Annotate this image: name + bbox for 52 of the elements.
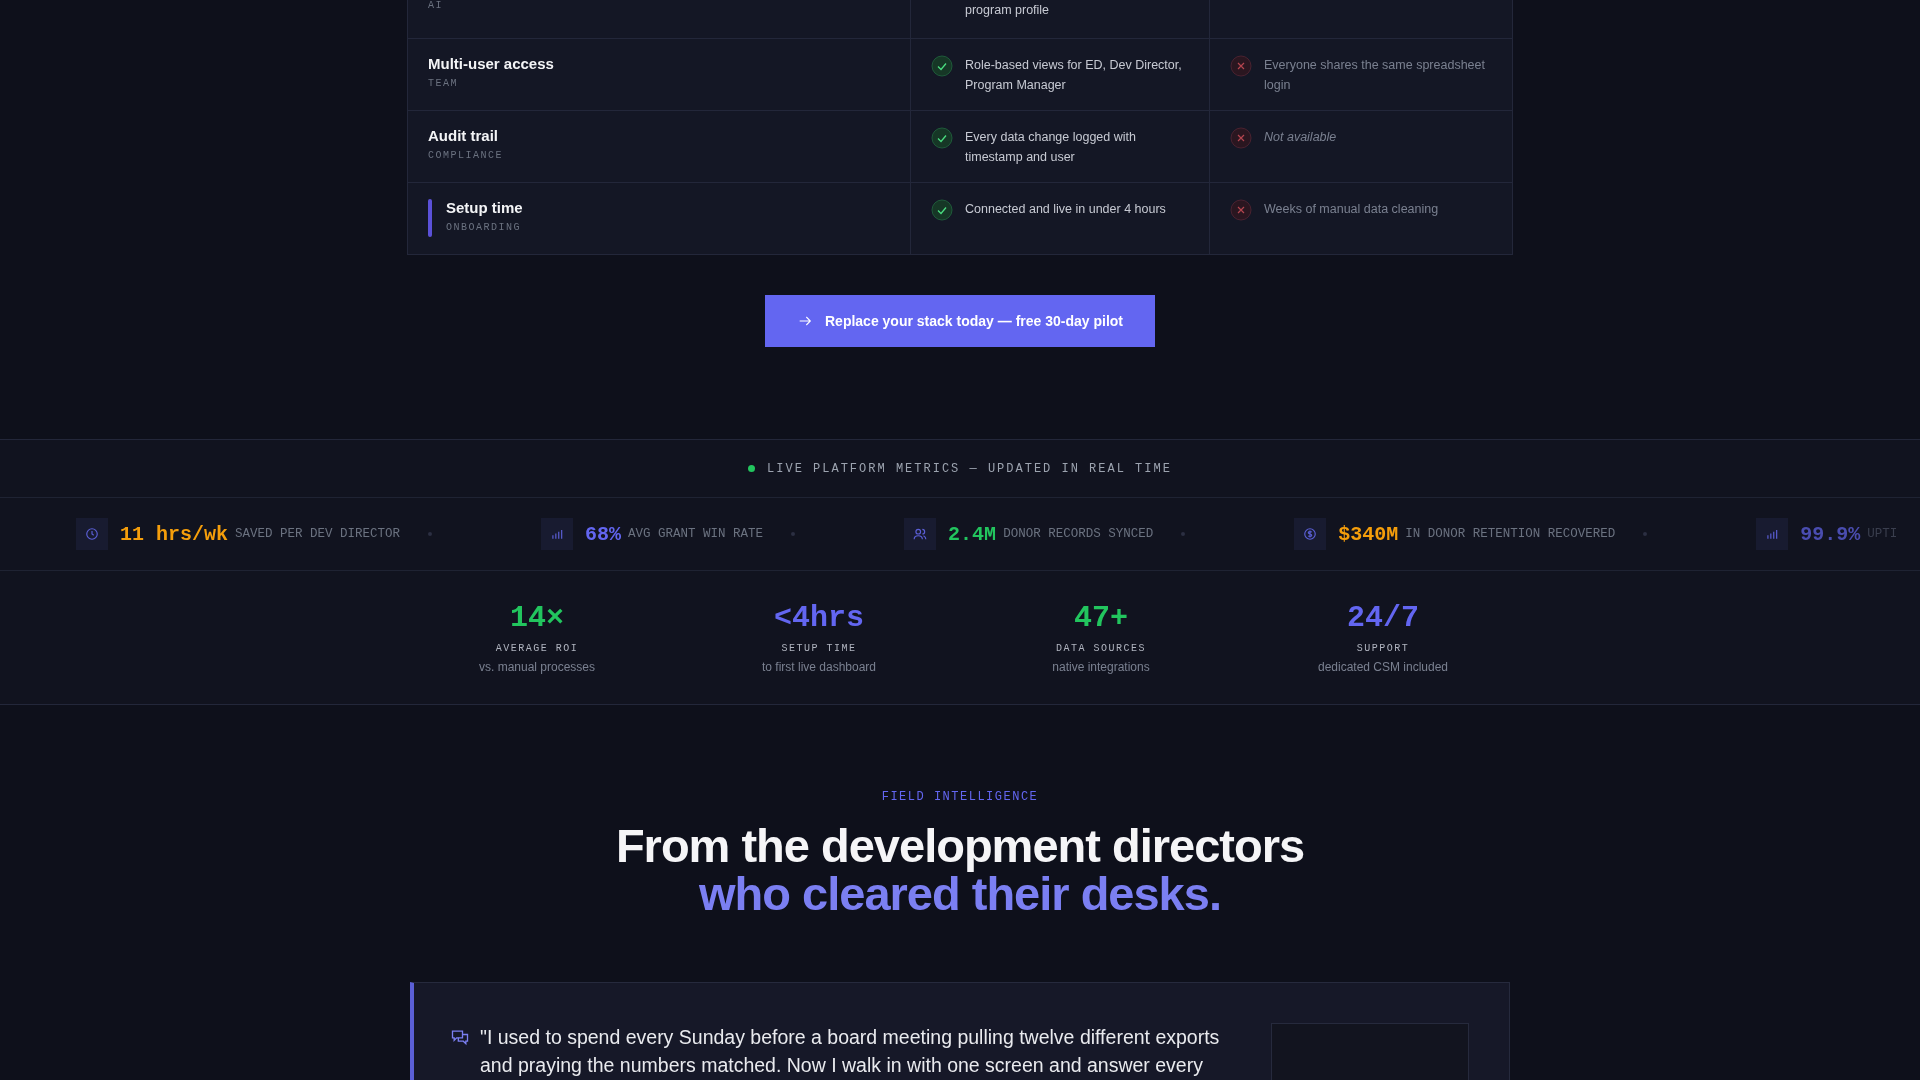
- metric-value: 11 hrs/wk: [120, 522, 229, 546]
- metric-value: 68%: [585, 522, 622, 546]
- feature-tag: AI: [428, 0, 443, 11]
- feature-note: Everyone shares the same spreadsheet login: [1264, 57, 1486, 94]
- metrics-header: LIVE PLATFORM METRICS — UPDATED IN REAL TIME: [767, 461, 1172, 476]
- stat-label: SUPPORT: [1356, 643, 1410, 654]
- cross-icon: [1230, 55, 1252, 77]
- metric-label: IN DONOR RETENTION RECOVERED: [1405, 527, 1616, 541]
- stat-caption: to first live dashboard: [761, 660, 877, 674]
- clock-icon: [85, 527, 99, 541]
- stat-value: 47+: [1074, 601, 1128, 635]
- feature-note: Every data change logged with timestamp and user: [965, 129, 1137, 166]
- stat-label: SETUP TIME: [781, 643, 857, 654]
- feature-tag: COMPLIANCE: [428, 150, 503, 161]
- check-icon: [931, 127, 953, 149]
- feature-note: Not available: [1264, 129, 1337, 146]
- users-icon: [913, 527, 928, 541]
- metric-value: 99.9%: [1800, 522, 1861, 546]
- feature-note: Connected and live in under 4 hours: [965, 201, 1166, 218]
- dollar-icon: [1303, 527, 1318, 541]
- stat-value: 14×: [510, 601, 564, 635]
- feature-note: Weeks of manual data cleaning: [1264, 201, 1439, 218]
- stat-value: 24/7: [1347, 601, 1419, 635]
- cta-button[interactable]: Replace your stack today — free 30-day pilot: [765, 295, 1155, 347]
- metric-value: $340M: [1338, 522, 1399, 546]
- metric-label: DONOR RECORDS SYNCED: [1003, 527, 1154, 541]
- feature-tag: ONBOARDING: [446, 222, 523, 233]
- feature-title: Setup time: [446, 199, 523, 216]
- stat-caption: native integrations: [1052, 660, 1150, 674]
- metric-label: SAVED PER DEV DIRECTOR: [235, 527, 401, 541]
- testimonial-quote: "I used to spend every Sunday before a board meeting pulling twelve different exports and praying the numbers matched. Now I walk in with one screen and answer every: [480, 1025, 1221, 1078]
- feature-title: Multi-user access: [428, 55, 554, 72]
- cross-icon: [1230, 199, 1252, 221]
- cross-icon: [1230, 127, 1252, 149]
- stat-label: AVERAGE ROI: [495, 643, 579, 654]
- feature-note: program profile: [964, 2, 1050, 19]
- feature-tag: TEAM: [428, 78, 554, 89]
- section-eyebrow: FIELD INTELLIGENCE: [881, 790, 1039, 804]
- feature-note: Role-based views for ED, Dev Director, Program Manager: [965, 57, 1183, 94]
- stat-value: <4hrs: [774, 601, 864, 635]
- stat-caption: dedicated CSM included: [1317, 660, 1449, 674]
- check-icon: [931, 199, 953, 221]
- check-icon: [931, 55, 953, 77]
- feature-title: Audit trail: [428, 127, 499, 144]
- stat-caption: vs. manual processes: [478, 660, 596, 674]
- live-dot: [748, 465, 756, 472]
- metric-label: AVG GRANT WIN RATE: [628, 527, 764, 541]
- section-headline: From the development directors: [615, 822, 1305, 870]
- bar-chart-icon: [1765, 527, 1780, 541]
- stat-label: DATA SOURCES: [1056, 643, 1146, 654]
- bar-chart-icon: [550, 527, 565, 541]
- metric-value: 2.4M: [948, 522, 997, 546]
